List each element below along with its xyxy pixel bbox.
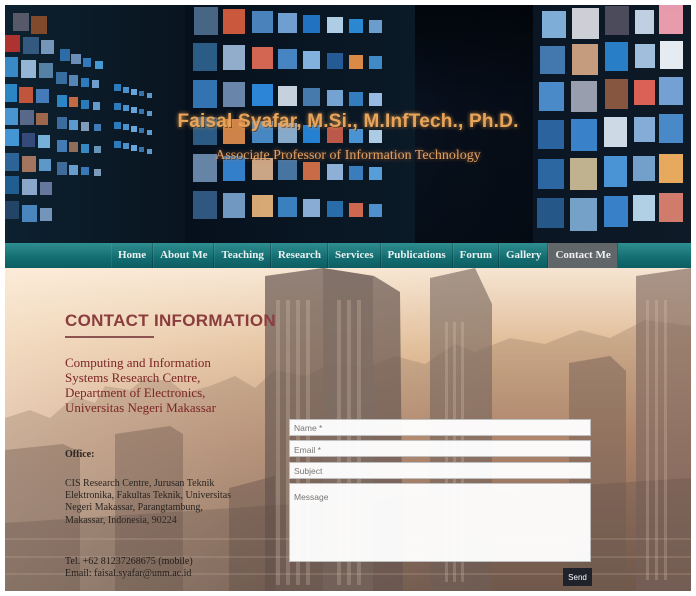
media-wall-center [185, 5, 415, 243]
nav-forum[interactable]: Forum [452, 243, 499, 268]
name-input[interactable] [289, 418, 591, 436]
nav-research[interactable]: Research [270, 243, 329, 268]
email-text: Email: faisal.syafar@unm.ac.id [65, 568, 192, 579]
nav-gallery[interactable]: Gallery [499, 243, 549, 268]
nav-about-me[interactable]: About Me [153, 243, 215, 268]
office-address: CIS Research Centre, Jurusan Teknik Elek… [65, 478, 232, 526]
header-banner: Faisal Syafar, M.Si., M.InfTech., Ph.D. … [5, 5, 691, 243]
phone-text: Tel. +62 81237268675 (mobile) [65, 556, 193, 567]
nav-home[interactable]: Home [111, 243, 154, 268]
heading-underline [65, 336, 154, 338]
nav-teaching[interactable]: Teaching [214, 243, 271, 268]
nav-publications[interactable]: Publications [380, 243, 453, 268]
nav-services[interactable]: Services [328, 243, 381, 268]
contact-details: Tel. +62 81237268675 (mobile) Email: fai… [65, 556, 285, 580]
media-wall-left [5, 5, 185, 243]
nav-contact-me[interactable]: Contact Me [548, 243, 618, 268]
nav-items: Home About Me Teaching Research Services… [111, 243, 618, 268]
contact-form [289, 418, 591, 571]
website-page: Faisal Syafar, M.Si., M.InfTech., Ph.D. … [5, 5, 691, 591]
contact-heading: CONTACT INFORMATION [65, 311, 276, 330]
subject-input[interactable] [289, 461, 591, 479]
message-textarea[interactable] [289, 482, 591, 562]
contact-section: CONTACT INFORMATION Computing and Inform… [5, 268, 691, 591]
media-wall-right [533, 5, 691, 243]
main-navigation: Home About Me Teaching Research Services… [5, 243, 691, 269]
office-label: Office: [65, 449, 95, 460]
email-input[interactable] [289, 440, 591, 457]
send-button[interactable]: Send [563, 568, 592, 586]
organization-text: Computing and Information Systems Resear… [65, 355, 216, 415]
